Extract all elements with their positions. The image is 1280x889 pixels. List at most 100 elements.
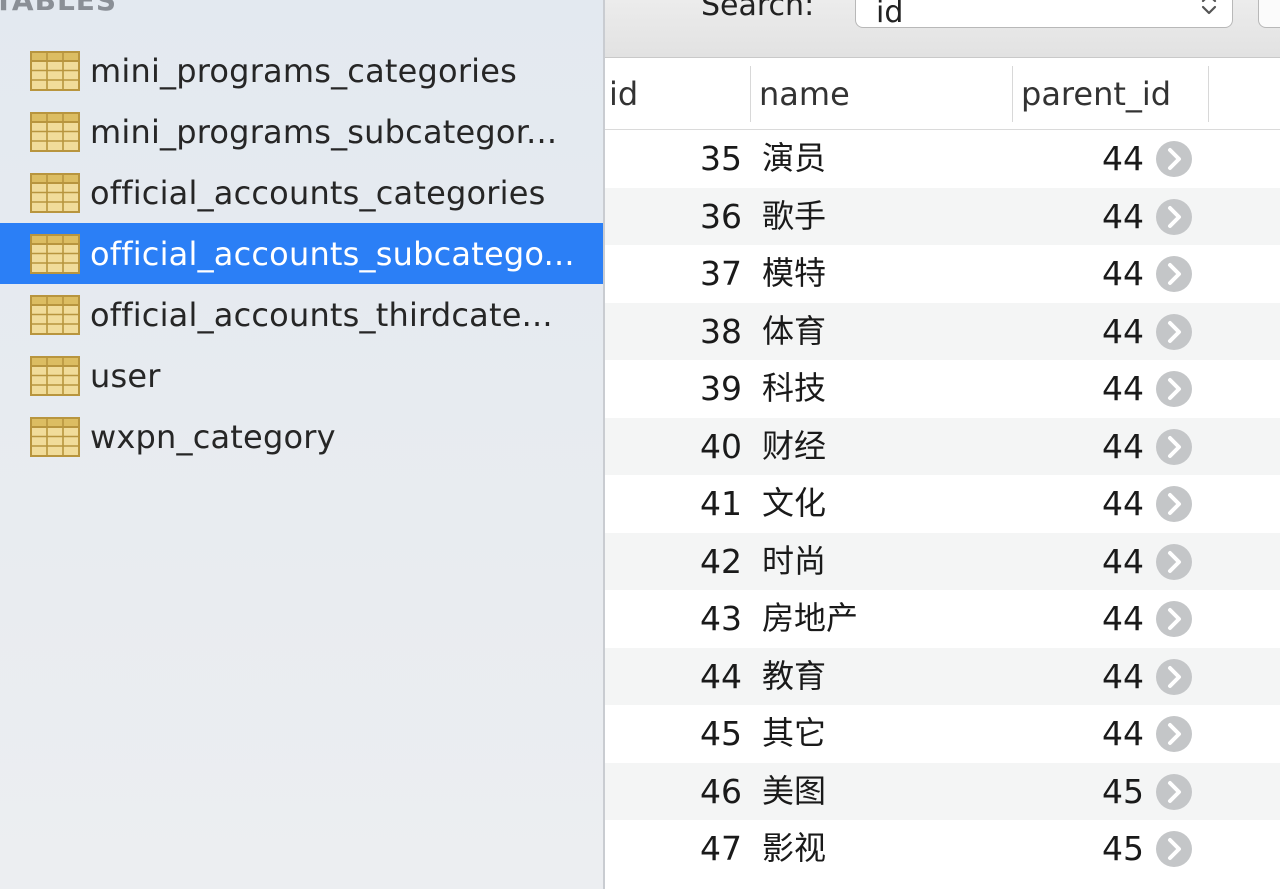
table-row[interactable]: 44 教育 44 xyxy=(605,647,1280,706)
sidebar-table-item[interactable]: official_accounts_thirdcate... xyxy=(0,284,603,345)
table-row[interactable]: 39 科技 44 xyxy=(605,360,1280,418)
cell-name[interactable]: 演员 xyxy=(762,130,826,188)
sidebar-table-label: mini_programs_categories xyxy=(90,51,518,90)
cell-parent-id[interactable]: 44 xyxy=(1102,418,1144,476)
arrow-right-circle-icon[interactable] xyxy=(1155,715,1193,753)
table-row[interactable]: 38 体育 44 xyxy=(605,302,1280,361)
column-resize-handle[interactable] xyxy=(750,66,751,122)
cell-id[interactable]: 37 xyxy=(700,245,742,303)
sidebar: TABLES mini_programs_categories mini_prog… xyxy=(0,0,603,889)
cell-id[interactable]: 41 xyxy=(700,475,742,533)
search-label: Search: xyxy=(701,0,815,23)
content-panel: Search: id id name parent_id 35 演员 44 36 歌手 4… xyxy=(605,0,1280,889)
cell-id[interactable]: 43 xyxy=(700,590,742,648)
arrow-right-circle-icon[interactable] xyxy=(1155,485,1193,523)
cell-name[interactable]: 教育 xyxy=(762,648,826,706)
sidebar-table-item[interactable]: official_accounts_categories xyxy=(0,162,603,223)
cell-name[interactable]: 文化 xyxy=(762,475,826,533)
cell-name[interactable]: 体育 xyxy=(762,303,826,361)
cell-id[interactable]: 35 xyxy=(700,130,742,188)
cell-parent-id[interactable]: 44 xyxy=(1102,360,1144,418)
cell-parent-id[interactable]: 44 xyxy=(1102,648,1144,706)
column-resize-handle[interactable] xyxy=(1208,66,1209,122)
filter-operator-button[interactable] xyxy=(1258,0,1280,28)
grid-header: id name parent_id xyxy=(605,58,1280,130)
cell-parent-id[interactable]: 44 xyxy=(1102,533,1144,591)
table-row[interactable]: 46 美图 45 xyxy=(605,762,1280,821)
arrow-right-circle-icon[interactable] xyxy=(1155,773,1193,811)
cell-parent-id[interactable]: 44 xyxy=(1102,188,1144,246)
table-row[interactable]: 42 时尚 44 xyxy=(605,532,1280,591)
table-icon xyxy=(30,111,80,152)
cell-id[interactable]: 39 xyxy=(700,360,742,418)
column-resize-handle[interactable] xyxy=(1012,66,1013,122)
filter-toolbar: Search: id xyxy=(605,0,1280,58)
table-row[interactable]: 45 其它 44 xyxy=(605,705,1280,763)
cell-parent-id[interactable]: 45 xyxy=(1102,763,1144,821)
cell-parent-id[interactable]: 44 xyxy=(1102,705,1144,763)
column-header-name[interactable]: name xyxy=(759,58,850,130)
arrow-right-circle-icon[interactable] xyxy=(1155,140,1193,178)
arrow-right-circle-icon[interactable] xyxy=(1155,198,1193,236)
column-header-id[interactable]: id xyxy=(609,58,638,130)
cell-name[interactable]: 影视 xyxy=(762,820,826,878)
cell-name[interactable]: 美图 xyxy=(762,763,826,821)
cell-name[interactable]: 模特 xyxy=(762,245,826,303)
cell-name[interactable]: 其它 xyxy=(762,705,826,763)
table-row[interactable]: 36 歌手 44 xyxy=(605,187,1280,246)
table-icon xyxy=(30,416,80,457)
table-icon xyxy=(30,50,80,91)
sidebar-table-label: official_accounts_thirdcate... xyxy=(90,295,553,334)
table-row[interactable]: 40 财经 44 xyxy=(605,417,1280,476)
sidebar-table-item[interactable]: official_accounts_subcatego... xyxy=(0,223,603,284)
arrow-right-circle-icon[interactable] xyxy=(1155,370,1193,408)
cell-name[interactable]: 财经 xyxy=(762,418,826,476)
table-row[interactable]: 37 模特 44 xyxy=(605,245,1280,303)
sidebar-table-item[interactable]: mini_programs_subcategor... xyxy=(0,101,603,162)
cell-name[interactable]: 时尚 xyxy=(762,533,826,591)
table-row[interactable]: 41 文化 44 xyxy=(605,475,1280,533)
cell-id[interactable]: 46 xyxy=(700,763,742,821)
table-row[interactable]: 43 房地产 44 xyxy=(605,590,1280,648)
cell-id[interactable]: 47 xyxy=(700,820,742,878)
sidebar-table-label: official_accounts_subcatego... xyxy=(90,234,575,273)
cell-parent-id[interactable]: 44 xyxy=(1102,475,1144,533)
table-row[interactable]: 35 演员 44 xyxy=(605,130,1280,188)
table-list: mini_programs_categories mini_programs_su… xyxy=(0,40,603,467)
sidebar-table-label: official_accounts_categories xyxy=(90,173,546,212)
arrow-right-circle-icon[interactable] xyxy=(1155,543,1193,581)
sidebar-header: TABLES xyxy=(0,0,118,17)
cell-id[interactable]: 44 xyxy=(700,648,742,706)
table-icon xyxy=(30,172,80,213)
cell-id[interactable]: 40 xyxy=(700,418,742,476)
arrow-right-circle-icon[interactable] xyxy=(1155,658,1193,696)
sidebar-table-label: wxpn_category xyxy=(90,417,336,456)
cell-id[interactable]: 36 xyxy=(700,188,742,246)
cell-name[interactable]: 房地产 xyxy=(762,590,858,648)
sidebar-table-item[interactable]: wxpn_category xyxy=(0,406,603,467)
sidebar-table-item[interactable]: mini_programs_categories xyxy=(0,40,603,101)
arrow-right-circle-icon[interactable] xyxy=(1155,428,1193,466)
chevron-updown-icon xyxy=(1201,0,1217,15)
sidebar-table-item[interactable]: user xyxy=(0,345,603,406)
search-column-select[interactable]: id xyxy=(855,0,1233,30)
cell-parent-id[interactable]: 45 xyxy=(1102,820,1144,878)
cell-parent-id[interactable]: 44 xyxy=(1102,245,1144,303)
cell-id[interactable]: 42 xyxy=(700,533,742,591)
arrow-right-circle-icon[interactable] xyxy=(1155,255,1193,293)
sidebar-table-label: user xyxy=(90,356,161,395)
arrow-right-circle-icon[interactable] xyxy=(1155,600,1193,638)
cell-id[interactable]: 45 xyxy=(700,705,742,763)
cell-name[interactable]: 歌手 xyxy=(762,188,826,246)
cell-id[interactable]: 38 xyxy=(700,303,742,361)
cell-parent-id[interactable]: 44 xyxy=(1102,303,1144,361)
arrow-right-circle-icon[interactable] xyxy=(1155,830,1193,868)
cell-parent-id[interactable]: 44 xyxy=(1102,130,1144,188)
arrow-right-circle-icon[interactable] xyxy=(1155,313,1193,351)
cell-parent-id[interactable]: 44 xyxy=(1102,590,1144,648)
column-header-parent-id[interactable]: parent_id xyxy=(1021,58,1171,130)
table-icon xyxy=(30,294,80,335)
cell-name[interactable]: 科技 xyxy=(762,360,826,418)
table-icon xyxy=(30,233,80,274)
table-row[interactable]: 47 影视 45 xyxy=(605,820,1280,878)
